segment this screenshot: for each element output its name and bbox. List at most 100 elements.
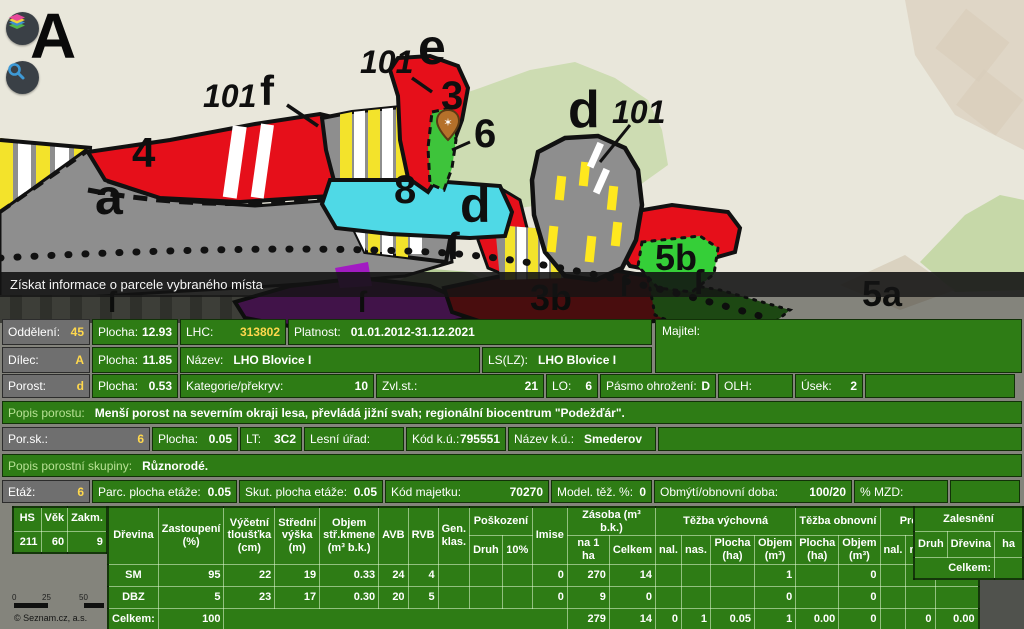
cell: 5	[158, 586, 224, 608]
table-row: 211609	[13, 531, 107, 553]
map-label-d: d	[568, 84, 600, 136]
header-cell: Imise	[532, 507, 567, 564]
cell	[470, 564, 503, 586]
cell: 1	[754, 564, 795, 586]
cell: DBZ	[108, 586, 158, 608]
header-cell: Zásoba (m³ b.k.)	[567, 507, 655, 536]
cell: 0	[906, 608, 935, 629]
info-cell-model-těž-%: Model. těž. %:0	[551, 480, 652, 503]
header-cell: Objem (m³)	[754, 536, 795, 564]
header-cell: Objem (m³)	[839, 536, 880, 564]
info-cell-skut-plocha-etáže: Skut. plocha etáže:0.05	[239, 480, 383, 503]
map-label-101: 101	[203, 80, 256, 112]
info-cell-zvl-st: Zvl.st.:21	[376, 374, 544, 398]
cell	[796, 586, 839, 608]
cell	[880, 564, 906, 586]
info-cell-kategorie-překryv: Kategorie/překryv:10	[180, 374, 374, 398]
info-cell-majitel: Majitel:	[655, 319, 1022, 373]
cell	[656, 564, 682, 586]
cell: 9	[68, 531, 107, 553]
info-cell-plocha: Plocha:0.05	[152, 427, 238, 451]
cell	[710, 586, 754, 608]
search-button[interactable]	[6, 61, 39, 94]
table-row: DBZ523170.3020509000	[108, 586, 979, 608]
map-label-4: 4	[132, 132, 155, 174]
cell: 17	[275, 586, 320, 608]
cell	[880, 586, 906, 608]
cell	[681, 586, 710, 608]
header-cell: Věk	[41, 507, 68, 531]
header-cell: Těžba obnovní	[796, 507, 880, 536]
header-cell: ha	[995, 531, 1023, 557]
layers-button[interactable]	[6, 12, 39, 45]
table-row: Celkem:10027914010.0510.00000.00	[108, 608, 979, 629]
info-cell-plocha: Plocha:12.93	[92, 319, 178, 345]
cell: 0.33	[320, 564, 379, 586]
header-cell: Dřevina	[108, 507, 158, 564]
cell: 0	[839, 564, 880, 586]
info-cell-empty	[865, 374, 1015, 398]
info-row-5: Por.sk.:6Plocha:0.05LT:3C2Lesní úřad:Kód…	[2, 427, 1022, 451]
cell	[880, 608, 906, 629]
map-label-ſ: ſ	[448, 228, 459, 266]
map-label-101: 101	[612, 96, 665, 128]
cell	[438, 564, 469, 586]
cell: 0.00	[796, 608, 839, 629]
cell: 19	[275, 564, 320, 586]
cell: 0	[839, 608, 880, 629]
table-row: Celkem:	[914, 557, 1023, 579]
cell: 9	[567, 586, 609, 608]
header-cell: Druh	[914, 531, 947, 557]
cell: 270	[567, 564, 609, 586]
info-cell-porost: Porost:d	[2, 374, 90, 398]
header-cell: RVB	[408, 507, 438, 564]
layers-icon	[6, 12, 28, 34]
region-d101	[532, 136, 642, 280]
header-cell: Střední výška (m)	[275, 507, 320, 564]
info-cell-por-sk: Por.sk.:6	[2, 427, 150, 451]
info-row-2: Dílec:APlocha:11.85Název:LHO Blovice ILS…	[2, 347, 652, 373]
info-row-6: Popis porostní skupiny:Různorodé.	[2, 454, 1022, 477]
header-cell: Těžba výchovná	[656, 507, 796, 536]
info-cell-lhc: LHC:313802	[180, 319, 286, 345]
header-cell: Zakm.	[68, 507, 107, 531]
header-cell: Plocha (ha)	[796, 536, 839, 564]
cell	[995, 557, 1023, 579]
info-cell-lt: LT:3C2	[240, 427, 302, 451]
map-label-f: f	[260, 70, 274, 112]
info-cell-kód-k-ú: Kód k.ú.:795551	[406, 427, 506, 451]
cell: 211	[13, 531, 41, 553]
map-label-d: d	[460, 180, 491, 230]
header-cell: nas.	[681, 536, 710, 564]
info-cell-empty	[950, 480, 1020, 503]
cell: 1	[754, 608, 795, 629]
header-cell: Objem stř.kmene (m³ b.k.)	[320, 507, 379, 564]
info-cell-platnost: Platnost:01.01.2012-31.12.2021	[288, 319, 652, 345]
cell	[502, 564, 532, 586]
header-cell: Zalesnění	[914, 507, 1023, 531]
header-cell: 10%	[502, 536, 532, 564]
header-cell: Celkem	[609, 536, 655, 564]
info-cell-olh: OLH:	[718, 374, 793, 398]
cell	[710, 564, 754, 586]
cell	[656, 586, 682, 608]
cell: 14	[609, 564, 655, 586]
search-icon	[6, 61, 26, 81]
info-row-3: Porost:dPlocha:0.53Kategorie/překryv:10Z…	[2, 374, 1015, 398]
header-cell: na 1 ha	[567, 536, 609, 564]
stand-table-zalesneni: ZalesněníDruhDřevinahaCelkem:	[913, 506, 1024, 580]
cell: 100	[158, 608, 224, 629]
info-row-1: Oddělení:45Plocha:12.93LHC:313802Platnos…	[2, 319, 652, 345]
info-cell-plocha: Plocha:0.53	[92, 374, 178, 398]
cell: 23	[224, 586, 275, 608]
cell: 60	[41, 531, 68, 553]
info-cell-parc-plocha-etáže: Parc. plocha etáže:0.05	[92, 480, 237, 503]
cell: SM	[108, 564, 158, 586]
cell: 4	[408, 564, 438, 586]
header-cell: Plocha (ha)	[710, 536, 754, 564]
stand-table-left: HSVěkZakm.211609	[12, 506, 108, 554]
info-cell-%-mzd: % MZD:	[854, 480, 948, 503]
map-label-5b: 5b	[655, 240, 697, 276]
majitel-label: Majitel:	[662, 324, 700, 338]
map-label-101: 101	[360, 46, 413, 78]
